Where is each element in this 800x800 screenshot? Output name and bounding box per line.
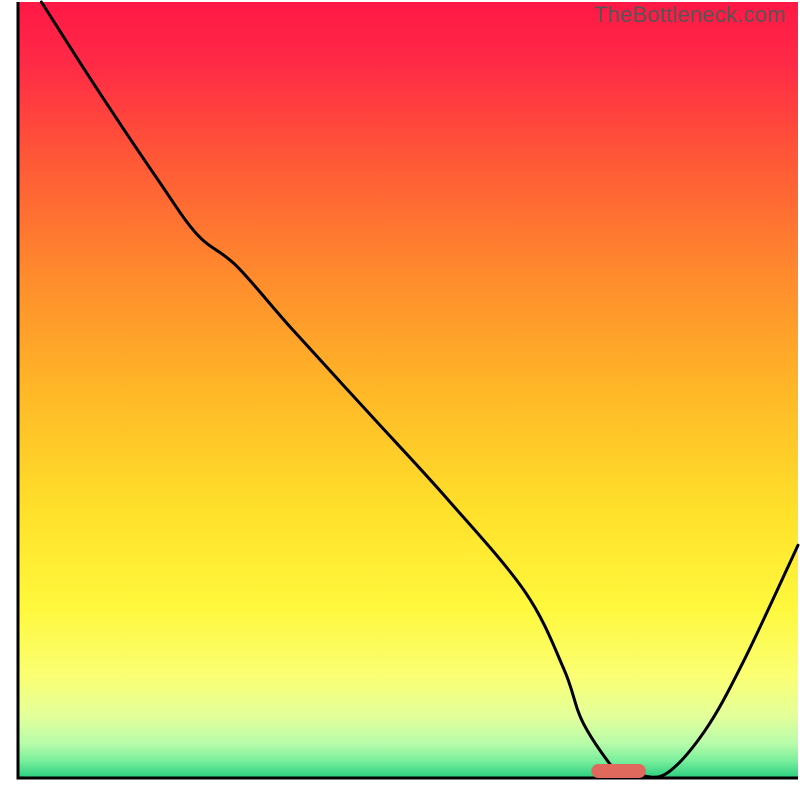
chart-container: { "watermark": "TheBottleneck.com", "cha… [0, 0, 800, 800]
watermark-text: TheBottleneck.com [594, 2, 786, 28]
plot-background [18, 2, 798, 778]
optimum-marker [591, 764, 646, 778]
bottleneck-chart [0, 0, 800, 800]
